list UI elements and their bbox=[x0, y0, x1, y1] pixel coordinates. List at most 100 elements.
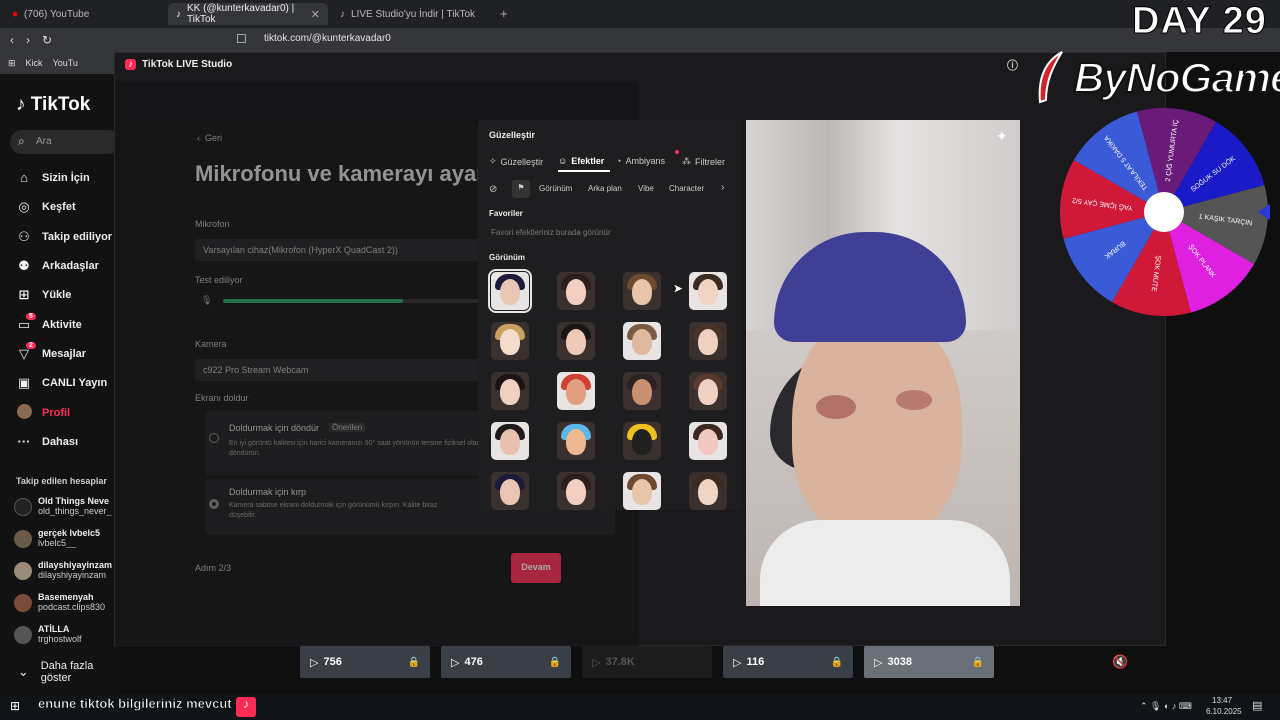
bookmark-icon[interactable]: ⚑ bbox=[512, 180, 530, 198]
sidebar-item-activity[interactable]: ▭ 5 Aktivite bbox=[16, 313, 120, 333]
effect-thumbnail[interactable] bbox=[491, 372, 529, 410]
followed-account[interactable]: Basemenyah podcast.clips830 bbox=[14, 592, 120, 612]
followed-account[interactable]: dilayshiyayinzam dilayshiyayinzam bbox=[14, 560, 120, 580]
effect-thumbnail[interactable] bbox=[557, 272, 595, 310]
bookmark-icon[interactable]: ☐ bbox=[236, 32, 247, 46]
apps-icon[interactable]: ⊞ bbox=[8, 58, 16, 69]
sidebar-item-upload[interactable]: ⊞ Yükle bbox=[16, 287, 120, 303]
effect-thumbnail[interactable] bbox=[623, 272, 661, 310]
effect-thumbnail[interactable] bbox=[491, 322, 529, 360]
chip-character[interactable]: Character bbox=[669, 184, 704, 193]
following-accounts-title: Takip edilen hesaplar bbox=[16, 476, 107, 486]
effect-face bbox=[698, 429, 718, 455]
effect-thumbnail[interactable] bbox=[689, 422, 727, 460]
help-icon[interactable]: ⓘ bbox=[1007, 57, 1018, 73]
tab-ambience[interactable]: ◔ Ambiyans bbox=[616, 150, 679, 166]
effect-thumbnail[interactable] bbox=[491, 422, 529, 460]
sidebar-item-friends[interactable]: ⚉ Arkadaşlar bbox=[16, 258, 120, 274]
effect-thumbnail[interactable] bbox=[557, 322, 595, 360]
sidebar-item-following[interactable]: ⚇ Takip ediliyor bbox=[16, 229, 120, 245]
lock-icon: 🔒 bbox=[830, 656, 843, 668]
tiktok-icon: ♪ bbox=[125, 58, 136, 70]
sidebar-item-messages[interactable]: ▽ 2 Mesajlar bbox=[16, 342, 120, 362]
effect-thumbnail[interactable] bbox=[689, 322, 727, 360]
video-thumbnail[interactable]: ▷ 37.8K bbox=[582, 646, 712, 678]
effect-thumbnail[interactable] bbox=[623, 322, 661, 360]
effect-thumbnail[interactable] bbox=[623, 372, 661, 410]
effect-thumbnail[interactable] bbox=[689, 472, 727, 510]
chevron-right-icon[interactable]: › bbox=[721, 182, 724, 193]
clock-time[interactable]: 13:47 bbox=[1212, 696, 1232, 705]
back-button[interactable]: ‹ Geri bbox=[197, 133, 222, 143]
bookmark-youtube[interactable]: YouTu bbox=[53, 58, 78, 68]
sidebar-item-label: CANLI Yayın bbox=[42, 377, 108, 389]
day-counter: DAY 29 bbox=[1132, 0, 1267, 43]
forward-icon[interactable]: › bbox=[26, 33, 30, 47]
continue-button[interactable]: Devam bbox=[511, 553, 561, 583]
radio-icon[interactable] bbox=[209, 433, 219, 443]
ambience-icon: ◔ bbox=[616, 156, 622, 166]
url-field[interactable]: tiktok.com/@kunterkavadar0 bbox=[264, 33, 391, 44]
avatar bbox=[14, 594, 32, 612]
sidebar-item-explore[interactable]: ◎ Keşfet bbox=[16, 199, 120, 215]
avatar bbox=[14, 498, 32, 516]
followed-account[interactable]: gerçek lvbelc5 lvbelc5__ bbox=[14, 528, 120, 548]
effect-face bbox=[500, 429, 520, 455]
tiktok-logo[interactable]: ♪ TikTok bbox=[16, 94, 90, 116]
tab-youtube[interactable]: ● (706) YouTube bbox=[4, 3, 164, 25]
address-bar: ‹ › ↻ ☐ tiktok.com/@kunterkavadar0 bbox=[0, 28, 1280, 52]
lock-icon: 🔒 bbox=[548, 656, 561, 668]
show-more-button[interactable]: ⌄ Daha fazla göster bbox=[16, 660, 120, 684]
chip-look[interactable]: Görünüm bbox=[539, 184, 572, 193]
chip-background[interactable]: Arka plan bbox=[588, 184, 622, 193]
effect-thumbnail[interactable] bbox=[557, 422, 595, 460]
close-tab-icon[interactable]: ✕ bbox=[311, 8, 320, 21]
effect-face bbox=[632, 379, 652, 405]
tab-effects[interactable]: ☺ Efektler bbox=[558, 156, 604, 166]
radio-selected-icon[interactable] bbox=[209, 499, 219, 509]
effect-thumbnail[interactable] bbox=[488, 269, 532, 313]
notification-icon[interactable]: ▤ bbox=[1252, 699, 1262, 712]
tiktok-taskbar-icon[interactable]: ♪ bbox=[236, 697, 256, 717]
followed-account[interactable]: Old Things Neve old_things_never_ bbox=[14, 496, 120, 516]
system-tray-icons[interactable]: ⌃ 🎙 ◐ ♪ ⌨ bbox=[1140, 701, 1192, 712]
effect-thumbnail[interactable] bbox=[623, 472, 661, 510]
effect-thumbnail[interactable] bbox=[491, 472, 529, 510]
browser-tab-bar: ● (706) YouTube ♪ KK (@kunterkavadar0) |… bbox=[0, 0, 1280, 28]
clock-date[interactable]: 6.10.2025 bbox=[1206, 707, 1242, 716]
followed-account[interactable]: ATİLLA trghostwolf bbox=[14, 624, 120, 644]
tab-filters[interactable]: ⁂ Filtreler bbox=[682, 156, 725, 167]
windows-start-icon[interactable]: ⊞ bbox=[10, 699, 20, 713]
face bbox=[792, 310, 962, 540]
effect-thumbnail[interactable] bbox=[689, 272, 727, 310]
no-effect-icon[interactable]: ⊘ bbox=[489, 184, 497, 195]
new-tab-button[interactable]: + bbox=[500, 6, 508, 21]
tab-tiktok-profile[interactable]: ♪ KK (@kunterkavadar0) | TikTok ✕ bbox=[168, 3, 328, 25]
effect-thumbnail[interactable] bbox=[557, 372, 595, 410]
effect-thumbnail[interactable] bbox=[557, 472, 595, 510]
search-input[interactable]: ⌕ Ara bbox=[10, 130, 120, 154]
magic-wand-icon[interactable]: ✦ bbox=[996, 128, 1008, 145]
sidebar-item-for-you[interactable]: ⌂ Sizin İçin bbox=[16, 170, 120, 185]
video-thumbnail[interactable]: ▷ 3038 🔒 bbox=[864, 646, 994, 678]
tab-live-studio[interactable]: ♪ LIVE Studio'yu İndir | TikTok bbox=[332, 3, 492, 25]
video-thumbnail[interactable]: ▷ 476 🔒 bbox=[441, 646, 571, 678]
effect-thumbnail[interactable] bbox=[623, 422, 661, 460]
effect-thumbnail[interactable] bbox=[689, 372, 727, 410]
brand-logo: ByNoGame bbox=[1032, 50, 1280, 106]
logo-text: TikTok bbox=[30, 94, 91, 115]
live-icon: ▣ bbox=[17, 375, 31, 390]
back-icon[interactable]: ‹ bbox=[10, 33, 14, 47]
sidebar-item-more[interactable]: ··· Dahası bbox=[16, 434, 120, 449]
reload-icon[interactable]: ↻ bbox=[42, 33, 52, 47]
sidebar-item-profile[interactable]: Profil bbox=[16, 404, 120, 422]
video-thumbnail[interactable]: ▷ 756 🔒 bbox=[300, 646, 430, 678]
tab-beautify[interactable]: ✧ Güzelleştir bbox=[489, 156, 543, 167]
video-thumbnail[interactable]: ▷ 116 🔒 bbox=[723, 646, 853, 678]
bookmark-kick[interactable]: Kick bbox=[26, 58, 43, 68]
chip-vibe[interactable]: Vibe bbox=[638, 184, 654, 193]
window-title: TikTok LIVE Studio bbox=[142, 58, 233, 70]
active-tab-indicator bbox=[558, 170, 610, 172]
mute-icon[interactable]: 🔇 bbox=[1112, 654, 1128, 670]
sidebar-item-live[interactable]: ▣ CANLI Yayın bbox=[16, 375, 120, 391]
